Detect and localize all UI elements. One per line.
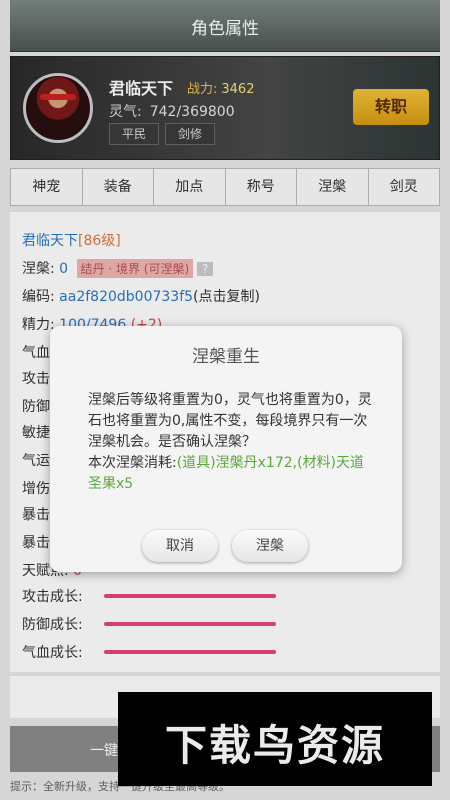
dialog-body: 涅槃后等级将重置为0，灵气也将重置为0，灵石也将重置为0,属性不变，每段境界只有… xyxy=(88,390,372,495)
dialog-title: 涅槃重生 xyxy=(192,347,260,367)
nirvana-confirm-button[interactable]: 涅槃 xyxy=(232,530,308,562)
dialog-cost: 本次涅槃消耗:(道具)涅槃丹x172,(材料)天道圣果x5 xyxy=(88,453,372,495)
dialog-message: 涅槃后等级将重置为0，灵气也将重置为0，灵石也将重置为0,属性不变，每段境界只有… xyxy=(88,392,372,450)
cancel-button[interactable]: 取消 xyxy=(142,530,218,562)
nirvana-dialog: 涅槃重生 涅槃后等级将重置为0，灵气也将重置为0，灵石也将重置为0,属性不变，每… xyxy=(50,326,402,572)
cost-label: 本次涅槃消耗: xyxy=(88,455,177,471)
page: 角色属性 君临天下 战力: 3462 灵气: 742/369800 平民 剑修 转职… xyxy=(0,0,450,800)
